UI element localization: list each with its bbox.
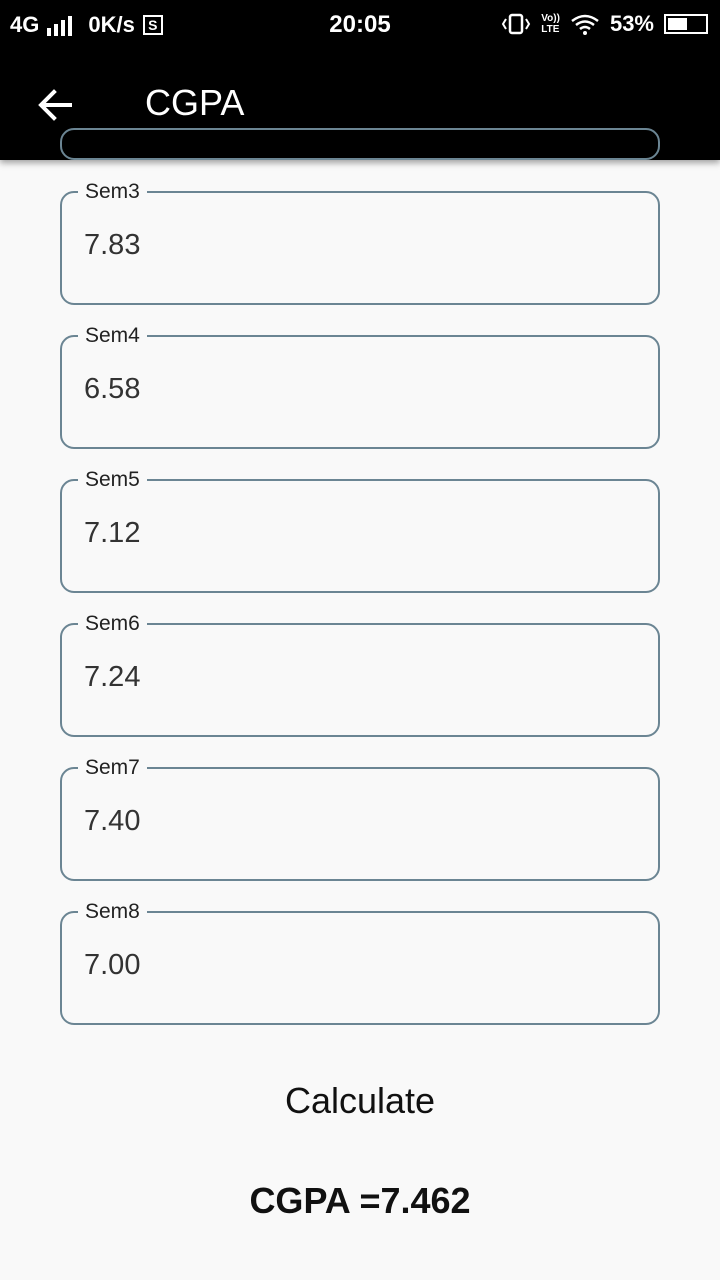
sem5-label: Sem5 bbox=[78, 467, 147, 493]
volte-top: Vo)) bbox=[541, 13, 560, 24]
wifi-icon bbox=[571, 14, 599, 35]
sem3-value[interactable]: 7.83 bbox=[84, 229, 140, 262]
battery-percent: 53% bbox=[609, 11, 654, 36]
volte-bottom: LTE bbox=[541, 24, 560, 35]
sem5-value[interactable]: 7.12 bbox=[84, 517, 140, 550]
calculate-button[interactable]: Calculate bbox=[0, 1080, 720, 1122]
sem2-input-partial[interactable] bbox=[60, 128, 660, 160]
sem8-input[interactable]: Sem8 7.00 bbox=[60, 899, 660, 1025]
status-bar: 4G 0K/s S 20:05 Vo)) LTE 53% bbox=[0, 0, 720, 50]
status-right: Vo)) LTE 53% bbox=[501, 11, 708, 37]
battery-icon bbox=[664, 14, 708, 34]
volte-icon: Vo)) LTE bbox=[541, 13, 560, 35]
sem6-label: Sem6 bbox=[78, 611, 147, 637]
sem4-input[interactable]: Sem4 6.58 bbox=[60, 323, 660, 449]
sem6-input[interactable]: Sem6 7.24 bbox=[60, 611, 660, 737]
page-title: CGPA bbox=[145, 82, 245, 123]
sem4-value[interactable]: 6.58 bbox=[84, 373, 140, 406]
sem5-input[interactable]: Sem5 7.12 bbox=[60, 467, 660, 593]
sem7-value[interactable]: 7.40 bbox=[84, 805, 140, 838]
back-button[interactable] bbox=[30, 82, 80, 128]
sem3-label: Sem3 bbox=[78, 179, 147, 205]
sem3-input[interactable]: Sem3 7.83 bbox=[60, 179, 660, 305]
sem7-input[interactable]: Sem7 7.40 bbox=[60, 755, 660, 881]
cgpa-result: CGPA =7.462 bbox=[249, 1180, 471, 1221]
arrow-left-icon bbox=[38, 89, 72, 121]
battery-fill bbox=[668, 18, 687, 30]
vibrate-icon bbox=[502, 13, 531, 35]
sem8-label: Sem8 bbox=[78, 899, 147, 925]
sem4-label: Sem4 bbox=[78, 323, 147, 349]
sem8-value[interactable]: 7.00 bbox=[84, 949, 140, 982]
sem7-label: Sem7 bbox=[78, 755, 147, 781]
sem6-value[interactable]: 7.24 bbox=[84, 661, 140, 694]
